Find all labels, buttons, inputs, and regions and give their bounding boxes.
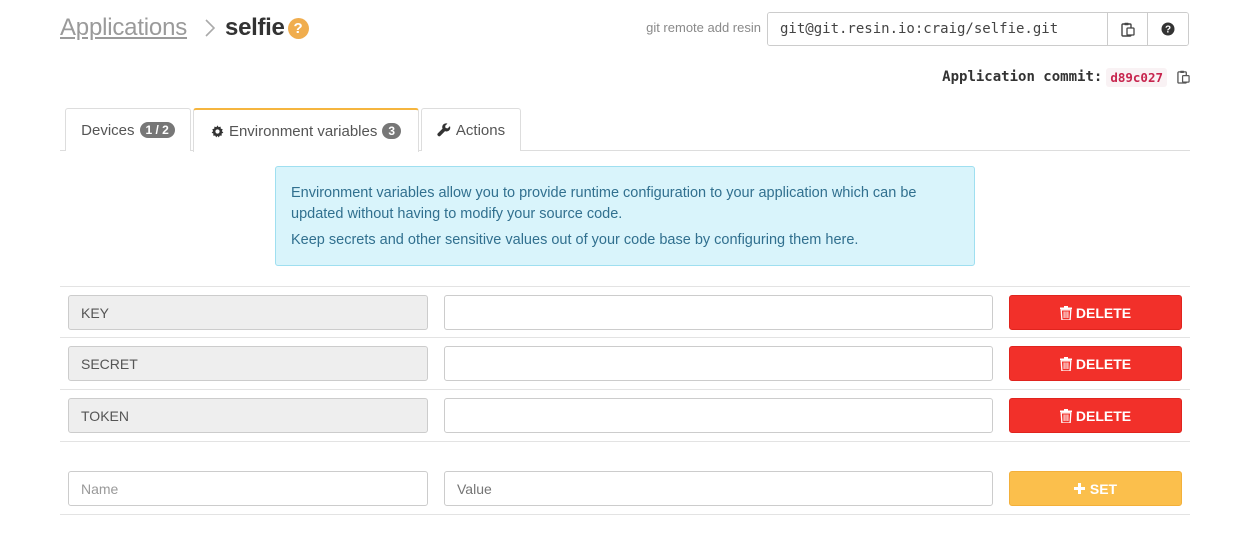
variables-count-badge: 3 (382, 123, 402, 139)
tab-devices[interactable]: Devices 1 / 2 (65, 108, 191, 151)
variable-key-field[interactable] (68, 346, 428, 381)
delete-label: DELETE (1075, 355, 1132, 372)
set-label: SET (1089, 480, 1118, 497)
copy-git-url-button[interactable] (1108, 13, 1148, 45)
info-text-line-2: Keep secrets and other sensitive values … (291, 232, 859, 248)
trash-icon (1059, 408, 1072, 423)
tab-bar: Devices 1 / 2 Environment variables 3 Ac… (60, 108, 1190, 152)
variable-key-field[interactable] (68, 295, 428, 330)
commit-hash: d89c027 (1106, 67, 1167, 87)
chevron-right-icon (205, 19, 216, 37)
help-icon[interactable]: ? (287, 17, 309, 39)
delete-label: DELETE (1075, 407, 1132, 424)
tab-environment-variables[interactable]: Environment variables 3 (193, 108, 419, 152)
wrench-icon (437, 123, 451, 137)
git-help-button[interactable]: ? (1148, 13, 1188, 45)
git-remote-label: git remote add resin (646, 20, 761, 35)
breadcrumb-applications-link[interactable]: Applications (60, 14, 187, 42)
env-variable-row: DELETE (60, 390, 1190, 442)
plus-icon (1073, 483, 1085, 494)
delete-variable-button[interactable]: DELETE (1009, 346, 1182, 381)
info-text-line-1: Environment variables allow you to provi… (291, 185, 917, 222)
variable-value-field[interactable] (444, 398, 993, 433)
breadcrumb: Applications selfie ? (60, 12, 309, 44)
application-commit: Application commit: d89c027 (942, 66, 1190, 88)
tab-actions[interactable]: Actions (421, 108, 521, 151)
delete-variable-button[interactable]: DELETE (1009, 398, 1182, 433)
page-title: selfie (225, 14, 285, 41)
commit-label: Application commit: (942, 69, 1103, 85)
variable-value-field[interactable] (444, 295, 993, 330)
set-variable-button[interactable]: SET (1009, 471, 1182, 506)
tab-label: Environment variables (228, 122, 378, 140)
tab-label: Actions (455, 121, 506, 139)
gear-icon (211, 124, 224, 137)
clipboard-icon (1177, 70, 1190, 84)
delete-label: DELETE (1075, 304, 1132, 321)
new-variable-value-input[interactable] (444, 471, 993, 506)
clipboard-icon (1120, 22, 1135, 37)
trash-icon (1059, 356, 1072, 371)
devices-count-badge: 1 / 2 (139, 122, 175, 138)
git-remote-group: ? (767, 12, 1189, 46)
trash-icon (1059, 305, 1072, 320)
env-variable-row: DELETE (60, 286, 1190, 338)
git-remote-url-field[interactable] (768, 13, 1108, 45)
delete-variable-button[interactable]: DELETE (1009, 295, 1182, 330)
info-alert: Environment variables allow you to provi… (275, 166, 975, 266)
question-circle-icon: ? (1161, 22, 1175, 36)
new-variable-name-input[interactable] (68, 471, 428, 506)
variable-key-field[interactable] (68, 398, 428, 433)
variable-value-field[interactable] (444, 346, 993, 381)
copy-commit-button[interactable] (1177, 70, 1190, 84)
svg-text:?: ? (1165, 25, 1171, 36)
env-variable-row: DELETE (60, 338, 1190, 390)
new-variable-row: SET (60, 463, 1190, 515)
tab-label: Devices (81, 121, 135, 139)
